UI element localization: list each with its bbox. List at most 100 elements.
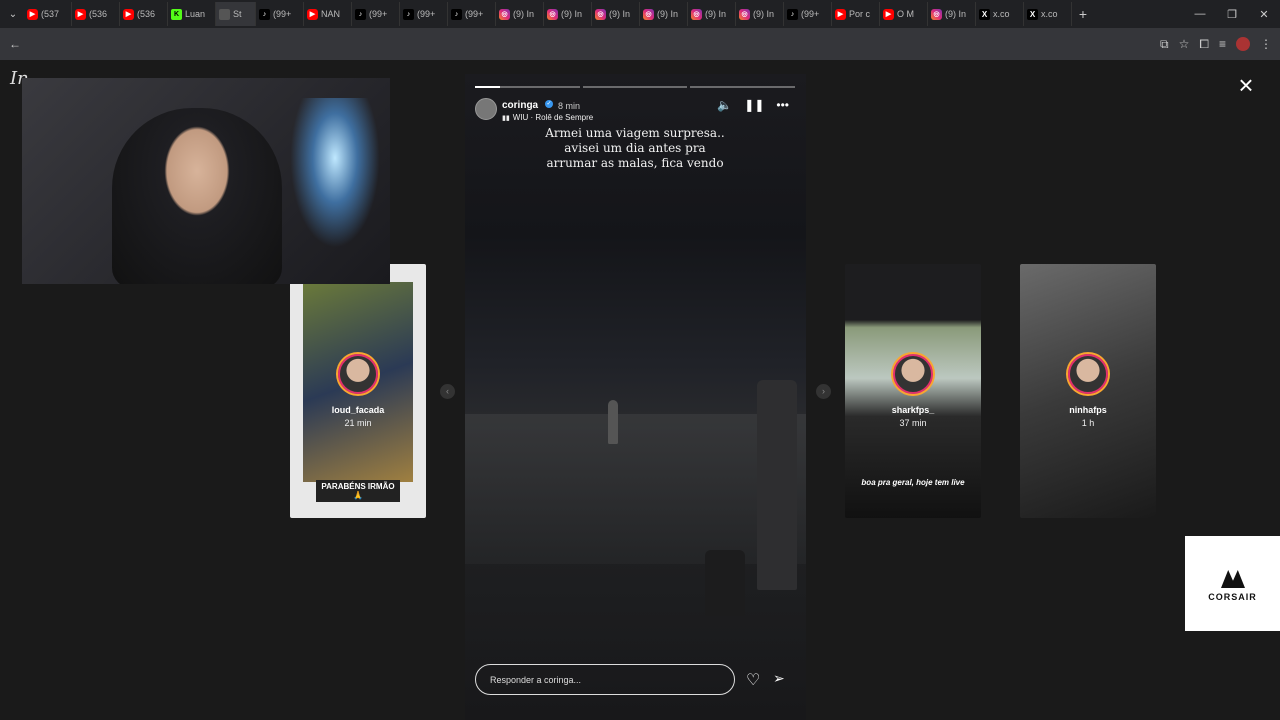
chevron-right-icon[interactable]: › xyxy=(816,384,831,399)
browser-tab[interactable]: ♪ (99+ xyxy=(352,2,400,26)
progress-segment xyxy=(475,86,580,88)
story-image-scene xyxy=(465,414,806,564)
ig-favicon-icon: ◎ xyxy=(499,8,510,20)
sponsor-name: CORSAIR xyxy=(1208,592,1257,602)
suitcase xyxy=(705,550,745,616)
avatar xyxy=(338,354,378,394)
yt-favicon-icon: ▶ xyxy=(123,8,134,20)
install-app-icon[interactable]: ⧉ xyxy=(1160,37,1169,52)
restore-button[interactable]: ❐ xyxy=(1216,0,1248,28)
reply-bar: ♡ ➢ xyxy=(475,664,795,696)
story-preview-previous[interactable]: loud_facada 21 min PARABÉNS IRMÃO 🙏 xyxy=(290,264,426,518)
active-story[interactable]: coringa ✓ 8 min ▮▮ WIU · Rolê de Sempre 🔈… xyxy=(465,74,806,720)
ig-favicon-icon: ◎ xyxy=(547,8,558,20)
yt-favicon-icon: ▶ xyxy=(27,8,38,20)
browser-tab[interactable]: ▶ NAN xyxy=(304,2,352,26)
tt-favicon-icon: ♪ xyxy=(259,8,270,20)
story-caption: Armei uma viagem surpresa.. avisei um di… xyxy=(485,126,785,171)
browser-menu-icon[interactable]: ⋮ xyxy=(1260,37,1272,51)
story-header: coringa ✓ 8 min ▮▮ WIU · Rolê de Sempre 🔈… xyxy=(475,96,795,122)
tab-search-button[interactable]: ⌄ xyxy=(2,3,24,25)
browser-tab[interactable]: ◎ (9) In xyxy=(592,2,640,26)
tab-title: (99+ xyxy=(801,9,820,19)
window-controls: — ❐ ✕ xyxy=(1184,0,1280,28)
extensions-icon[interactable]: ⧠ xyxy=(1199,37,1209,52)
tab-title: (536 xyxy=(89,9,108,19)
tab-title: (9) In xyxy=(561,9,583,19)
browser-tab[interactable]: ▶ O M xyxy=(880,2,928,26)
browser-tab[interactable]: ♪ (99+ xyxy=(256,2,304,26)
volume-icon[interactable]: 🔈 xyxy=(717,98,732,112)
profile-avatar[interactable] xyxy=(1236,37,1250,51)
browser-tab[interactable]: St xyxy=(216,2,256,26)
avatar[interactable] xyxy=(475,98,497,120)
avatar xyxy=(1068,354,1108,394)
tab-title: (9) In xyxy=(753,9,775,19)
browser-tab[interactable]: ▶ (536 xyxy=(72,2,120,26)
more-options-icon[interactable]: ••• xyxy=(776,98,789,112)
browser-tab[interactable]: ◎ (9) In xyxy=(928,2,976,26)
rgb-light xyxy=(290,98,380,248)
yt-favicon-icon: ▶ xyxy=(307,8,318,20)
browser-toolbar: ← ⧉ ☆ ⧠ ≡ ⋮ xyxy=(0,28,1280,60)
progress-segment xyxy=(690,86,796,88)
music-label[interactable]: ▮▮ WIU · Rolê de Sempre xyxy=(502,113,593,122)
browser-tab[interactable]: ♪ (99+ xyxy=(400,2,448,26)
preview-time: 37 min xyxy=(899,418,927,428)
minimize-button[interactable]: — xyxy=(1184,0,1216,28)
browser-tab[interactable]: ▶ (536 xyxy=(120,2,168,26)
heart-icon[interactable]: ♡ xyxy=(746,670,760,690)
ig-favicon-icon: ◎ xyxy=(595,8,606,20)
browser-tab[interactable]: ♪ (99+ xyxy=(784,2,832,26)
tab-title: (537 xyxy=(41,9,60,19)
browser-tab[interactable]: ▶ (537 xyxy=(24,2,72,26)
browser-tab[interactable]: ♪ (99+ xyxy=(448,2,496,26)
yt-favicon-icon: ▶ xyxy=(883,8,894,20)
music-text: WIU · Rolê de Sempre xyxy=(512,113,594,122)
bookmark-star-icon[interactable]: ☆ xyxy=(1179,37,1190,51)
ig-favicon-icon: ◎ xyxy=(643,8,654,20)
browser-tab[interactable]: K Luan xyxy=(168,2,216,26)
caption-line: arrumar as malas, fica vendo xyxy=(546,156,724,170)
tab-title: (9) In xyxy=(609,9,631,19)
story-viewer: In × loud_facada 21 min PARABÉNS IRMÃO 🙏… xyxy=(0,60,1280,720)
preview-username: ninhafps xyxy=(1069,405,1107,415)
tab-title: (9) In xyxy=(705,9,727,19)
media-controls-icon[interactable]: ≡ xyxy=(1219,37,1226,51)
browser-tab[interactable]: Xx.co xyxy=(976,2,1024,26)
tab-title: (9) In xyxy=(945,9,967,19)
preview-username: sharkfps_ xyxy=(891,405,935,415)
tab-strip: ▶ (537 ▶ (536 ▶ (536 K Luan St ♪ (99+ ▶ NAN ♪ (99+ ♪ (99… xyxy=(24,0,1072,28)
yt-favicon-icon: ▶ xyxy=(75,8,86,20)
ig-favicon-icon: ◎ xyxy=(691,8,702,20)
browser-tab[interactable]: ▶ Por c xyxy=(832,2,880,26)
caption-line: Armei uma viagem surpresa.. xyxy=(545,126,725,140)
browser-tab[interactable]: ◎ (9) In xyxy=(640,2,688,26)
chevron-left-icon[interactable]: ‹ xyxy=(440,384,455,399)
tab-title: (536 xyxy=(137,9,156,19)
progress-segment xyxy=(582,86,688,88)
avatar xyxy=(893,354,933,394)
tab-title: NAN xyxy=(321,9,341,19)
browser-tab[interactable]: ◎ (9) In xyxy=(496,2,544,26)
browser-tab[interactable]: ◎ (9) In xyxy=(544,2,592,26)
browser-tab[interactable]: ◎ (9) In xyxy=(688,2,736,26)
story-preview-next[interactable]: sharkfps_ 37 min boa pra geral, hoje tem… xyxy=(845,264,981,518)
reply-input[interactable] xyxy=(475,664,735,695)
x-favicon-icon: X xyxy=(979,8,990,20)
send-icon[interactable]: ➢ xyxy=(773,670,785,687)
story-preview-later[interactable]: ninhafps 1 h xyxy=(1020,264,1156,518)
pause-icon[interactable]: ❚❚ xyxy=(744,98,764,112)
close-window-button[interactable]: ✕ xyxy=(1248,0,1280,28)
tab-title: (9) In xyxy=(657,9,679,19)
back-button[interactable]: ← xyxy=(6,34,24,54)
story-progress-bar xyxy=(475,86,796,88)
ig-favicon-icon: ◎ xyxy=(931,8,942,20)
browser-tab[interactable]: Xx.co xyxy=(1024,2,1072,26)
story-username[interactable]: coringa xyxy=(502,100,538,111)
browser-tab[interactable]: ◎ (9) In xyxy=(736,2,784,26)
new-tab-button[interactable]: + xyxy=(1072,6,1094,22)
close-icon[interactable]: × xyxy=(1234,72,1258,98)
k-favicon-icon: K xyxy=(171,8,182,20)
tab-title: (9) In xyxy=(513,9,535,19)
